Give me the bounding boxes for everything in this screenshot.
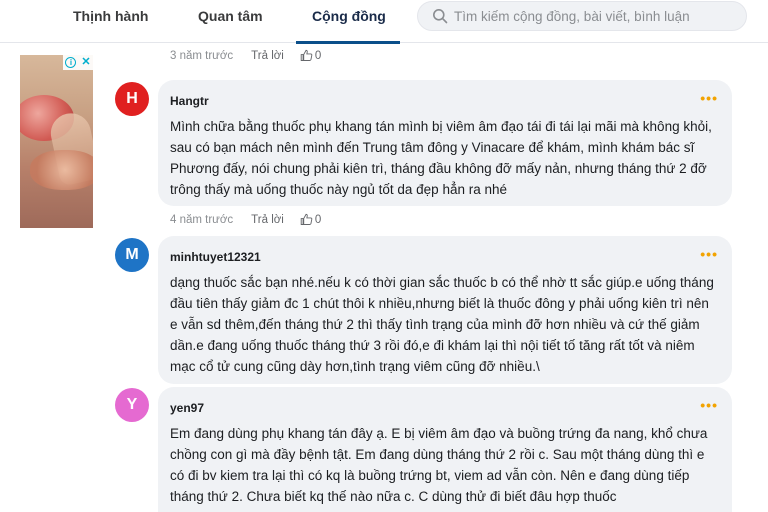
ad-choices-badge: i ✕ — [63, 55, 93, 70]
more-options-icon[interactable]: ••• — [700, 397, 718, 413]
tab-following[interactable]: Quan tâm — [198, 0, 263, 43]
avatar[interactable]: Y — [115, 388, 149, 422]
comment-text: dạng thuốc sắc bạn nhé.nếu k có thời gia… — [170, 275, 714, 374]
avatar[interactable]: M — [115, 238, 149, 272]
ad-banner[interactable]: i ✕ — [20, 55, 93, 228]
ad-illustration-organ — [30, 150, 93, 190]
comment-bubble: Hangtr Mình chữa bằng thuốc phụ khang tá… — [158, 80, 732, 206]
like-count: 0 — [314, 49, 322, 62]
ad-info-icon[interactable]: i — [65, 57, 77, 68]
tab-trending[interactable]: Thịnh hành — [73, 0, 148, 43]
thumbs-up-icon — [300, 213, 313, 225]
comment-author[interactable]: minhtuyet12321 — [170, 250, 718, 264]
more-options-icon[interactable]: ••• — [700, 246, 718, 262]
active-tab-indicator — [296, 41, 400, 44]
more-options-icon[interactable]: ••• — [700, 90, 718, 106]
comment-bubble: minhtuyet12321 dạng thuốc sắc bạn nhé.nế… — [158, 236, 732, 384]
search-box[interactable] — [417, 1, 747, 31]
comment-bubble: yen97 Em đang dùng phụ khang tán đây ạ. … — [158, 387, 732, 512]
comment-time: 3 năm trước — [170, 49, 234, 62]
search-icon — [433, 9, 448, 24]
ad-close-icon[interactable]: ✕ — [81, 57, 90, 68]
reply-button[interactable]: Trả lời — [251, 214, 284, 226]
comment-text: Mình chữa bằng thuốc phụ khang tán mình … — [170, 119, 712, 197]
thumbs-up-icon — [300, 49, 313, 61]
top-nav: Thịnh hành Quan tâm Cộng đồng — [0, 0, 768, 44]
comment-author[interactable]: Hangtr — [170, 94, 718, 108]
like-button[interactable]: 0 — [300, 213, 321, 226]
avatar[interactable]: H — [115, 82, 149, 116]
comment-author[interactable]: yen97 — [170, 401, 718, 415]
comment-time: 4 năm trước — [170, 213, 234, 226]
like-button[interactable]: 0 — [300, 49, 321, 62]
reply-button[interactable]: Trả lời — [251, 50, 284, 62]
like-count: 0 — [314, 213, 322, 226]
search-input[interactable] — [454, 8, 746, 24]
comment-meta: 3 năm trước Trả lời 0 — [170, 49, 321, 62]
comment-meta: 4 năm trước Trả lời 0 — [170, 213, 321, 226]
comment-text: Em đang dùng phụ khang tán đây ạ. E bị v… — [170, 426, 708, 504]
tab-community[interactable]: Cộng đồng — [312, 0, 386, 43]
